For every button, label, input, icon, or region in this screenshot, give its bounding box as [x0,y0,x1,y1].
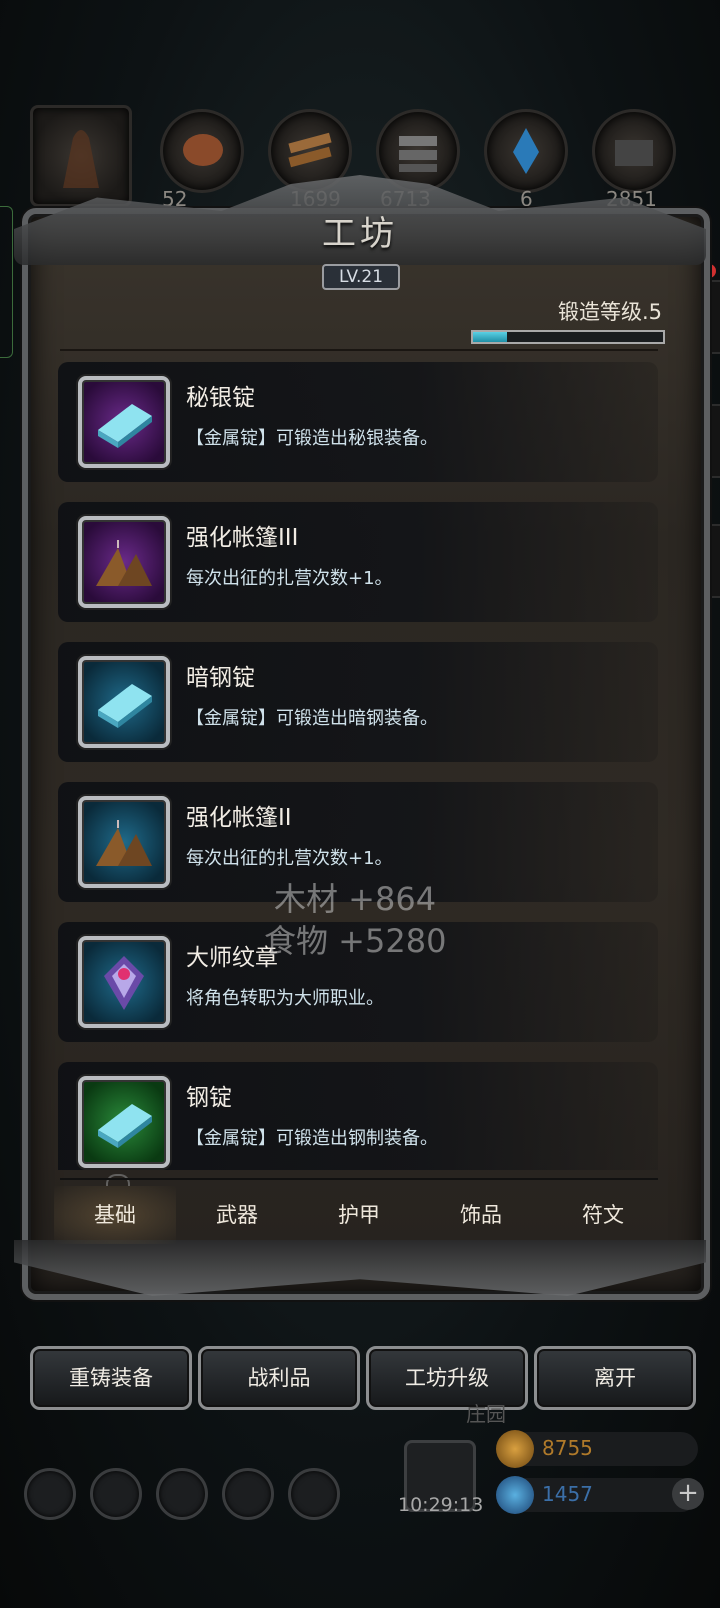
cloak-icon [63,130,99,188]
list-item[interactable]: 秘银锭 【金属锭】可锻造出秘银装备。 [58,362,658,482]
item-name: 强化帐篷III [186,525,299,551]
crystal-icon [513,128,539,174]
divider [60,349,658,351]
tab-runes[interactable]: 符文 [542,1186,664,1244]
forge-progress-bar [471,330,665,344]
list-item[interactable]: 暗钢锭 【金属锭】可锻造出暗钢装备。 [58,642,658,762]
gem-icon [496,1476,534,1514]
map-icon[interactable] [156,1468,208,1520]
tab-accessories[interactable]: 饰品 [420,1186,542,1244]
meat-icon [183,134,223,166]
recipe-list[interactable]: 秘银锭 【金属锭】可锻造出秘银装备。 强化帐篷III 每次出征的扎营次数+1。 … [58,362,658,1170]
item-icon-frame [78,656,170,748]
mail-icon[interactable] [222,1468,274,1520]
floating-gain-food: 食物 +5280 [264,922,447,960]
recast-equipment-button[interactable]: 重铸装备 [30,1346,192,1410]
star-icon[interactable] [90,1468,142,1520]
forge-level-label: 锻造等级.5 [557,300,662,324]
clock-text: 10:29:13 [398,1494,484,1516]
loot-button[interactable]: 战利品 [198,1346,360,1410]
stone-resource-slot[interactable] [592,109,676,193]
item-description: 每次出征的扎营次数+1。 [186,848,393,869]
tab-armor[interactable]: 护甲 [298,1186,420,1244]
tab-basic[interactable]: 基础 [54,1186,176,1244]
list-item[interactable]: 钢锭 【金属锭】可锻造出钢制装备。 [58,1062,658,1170]
item-name: 钢锭 [186,1085,232,1111]
item-description: 将角色转职为大师职业。 [186,988,384,1009]
forge-progress-fill [473,332,508,342]
stone-icon [615,140,653,166]
item-description: 【金属锭】可锻造出秘银装备。 [186,428,438,449]
tab-weapons[interactable]: 武器 [176,1186,298,1244]
floating-gain-wood: 木材 +864 [274,880,437,918]
meat-resource-slot[interactable] [160,109,244,193]
add-gems-button[interactable]: + [672,1478,704,1510]
tent-icon [96,540,152,586]
list-item[interactable]: 强化帐篷III 每次出征的扎营次数+1。 [58,502,658,622]
leave-button[interactable]: 离开 [534,1346,696,1410]
tabs-divider [60,1178,658,1180]
item-description: 【金属锭】可锻造出暗钢装备。 [186,708,438,729]
item-description: 每次出征的扎营次数+1。 [186,568,393,589]
item-icon-frame [78,376,170,468]
item-name: 强化帐篷II [186,805,292,831]
category-tabs: 基础 武器 护甲 饰品 符文 [54,1186,664,1244]
guild-icon[interactable] [288,1468,340,1520]
hero-portrait-slot[interactable] [30,105,132,207]
active-tab-marker [106,1174,130,1186]
gold-coin-icon [496,1430,534,1468]
gold-value: 8755 [542,1436,593,1460]
location-label: 庄园 [466,1402,506,1426]
item-icon-frame [78,796,170,888]
item-name: 暗钢锭 [186,665,255,691]
steel-ingot-icon [98,1104,152,1148]
item-icon-frame [78,516,170,608]
crystal-resource-slot[interactable] [484,109,568,193]
item-icon-frame [78,936,170,1028]
workshop-level-badge: LV.21 [322,264,400,290]
iron-bars-icon [399,136,437,172]
item-description: 【金属锭】可锻造出钢制装备。 [186,1128,438,1149]
panel-title: 工坊 [322,214,398,254]
master-emblem-icon [104,956,144,1010]
settings-gear-icon[interactable] [24,1468,76,1520]
gem-value: 1457 [542,1482,593,1506]
dark-steel-ingot-icon [98,684,152,728]
mithril-ingot-icon [98,404,152,448]
item-name: 秘银锭 [186,385,255,411]
tent-icon [96,820,152,866]
item-icon-frame [78,1076,170,1168]
